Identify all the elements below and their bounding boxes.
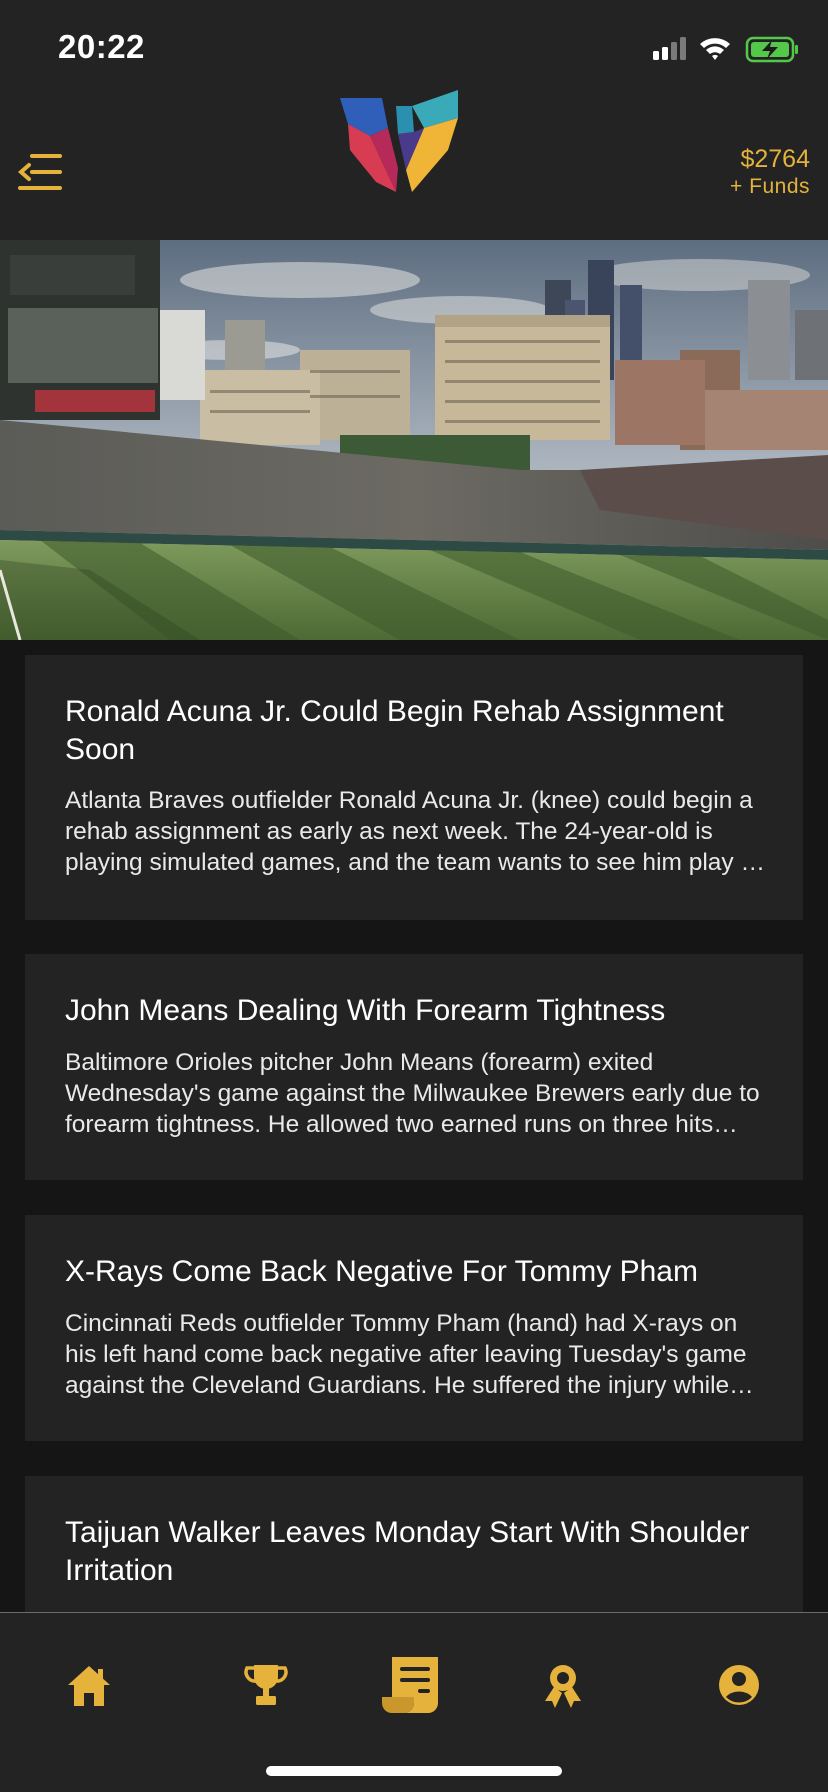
status-icons [653,36,798,63]
app-logo [340,90,458,192]
bottom-tab-bar [0,1612,828,1792]
news-title: X-Rays Come Back Negative For Tommy Pham [65,1255,698,1288]
wifi-icon [700,38,730,60]
battery-charging-icon [745,36,798,63]
cellular-signal-icon [653,37,686,60]
news-card[interactable]: X-Rays Come Back Negative For Tommy Pham… [25,1215,803,1441]
tab-home[interactable] [54,1663,124,1733]
news-summary: Atlanta Braves outfielder Ronald Acuna J… [65,787,760,876]
home-icon [68,1666,110,1706]
news-title: Taijuan Walker Leaves Monday Start With … [65,1516,750,1587]
profile-icon [719,1665,759,1705]
tab-profile[interactable] [704,1663,774,1733]
tab-news[interactable] [376,1653,446,1733]
news-title: John Means Dealing With Forearm Tightnes… [65,994,666,1027]
tab-achievements[interactable] [528,1663,598,1733]
home-indicator[interactable] [266,1766,562,1776]
hero-stadium-image [0,240,828,640]
award-ribbon-icon [545,1665,581,1708]
app-header: $2764 + Funds [0,88,828,240]
funds-balance: $2764 [740,145,810,173]
tab-leaderboard[interactable] [231,1663,301,1733]
news-list: Ronald Acuna Jr. Could Begin Rehab Assig… [0,640,828,1612]
news-summary: Baltimore Orioles pitcher John Means (fo… [65,1049,760,1138]
add-funds-label: + Funds [730,175,810,198]
status-time: 20:22 [58,28,145,65]
add-funds-button[interactable]: $2764 + Funds [730,144,810,200]
menu-icon[interactable] [16,152,64,192]
status-bar: 20:22 [0,0,828,88]
trophy-icon [244,1665,288,1705]
news-card[interactable]: Ronald Acuna Jr. Could Begin Rehab Assig… [25,655,803,920]
news-card[interactable]: Taijuan Walker Leaves Monday Start With … [25,1476,803,1612]
news-summary: Cincinnati Reds outfielder Tommy Pham (h… [65,1310,747,1399]
news-scroll-icon [382,1657,438,1713]
news-title: Ronald Acuna Jr. Could Begin Rehab Assig… [65,695,724,766]
news-card[interactable]: John Means Dealing With Forearm Tightnes… [25,954,803,1180]
